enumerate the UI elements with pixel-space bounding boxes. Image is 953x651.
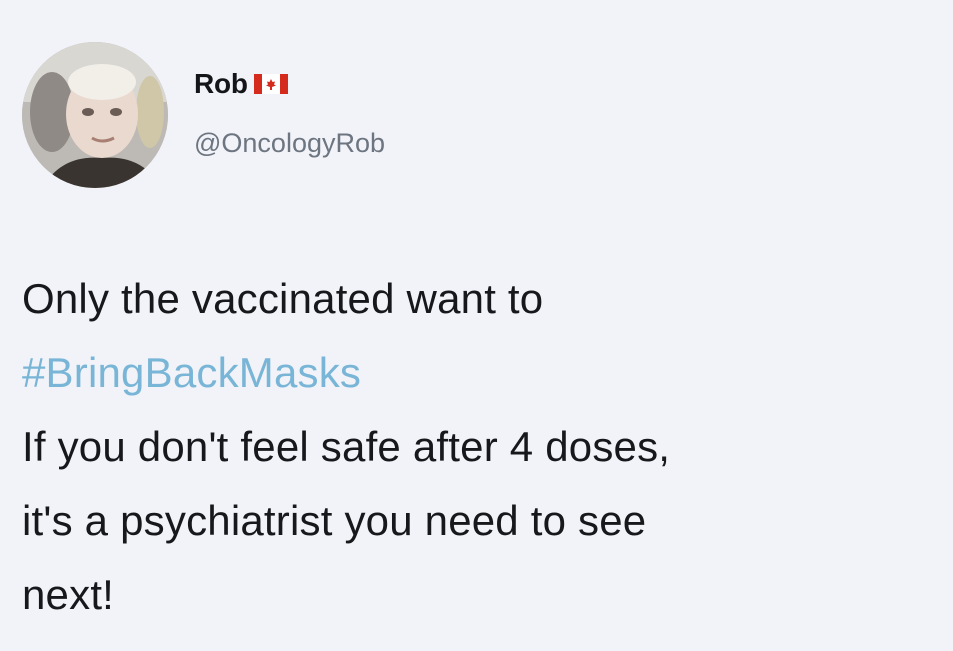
tweet-line: it's a psychiatrist you need to see bbox=[22, 497, 647, 544]
tweet-line: Only the vaccinated want to bbox=[22, 275, 544, 322]
tweet-line: next! bbox=[22, 571, 115, 618]
avatar-photo bbox=[22, 42, 168, 188]
tweet-line: If you don't feel safe after 4 doses, bbox=[22, 423, 671, 470]
hashtag-link[interactable]: #BringBackMasks bbox=[22, 336, 947, 410]
user-handle[interactable]: @OncologyRob bbox=[194, 128, 385, 159]
author-name-row: Rob bbox=[194, 68, 288, 100]
tweet-card: Rob @OncologyRob Only the vaccinated wan… bbox=[0, 0, 953, 651]
tweet-text: Only the vaccinated want to #BringBackMa… bbox=[22, 262, 947, 632]
canada-flag-icon bbox=[253, 74, 288, 94]
avatar[interactable] bbox=[22, 42, 168, 188]
display-name[interactable]: Rob bbox=[194, 68, 248, 100]
